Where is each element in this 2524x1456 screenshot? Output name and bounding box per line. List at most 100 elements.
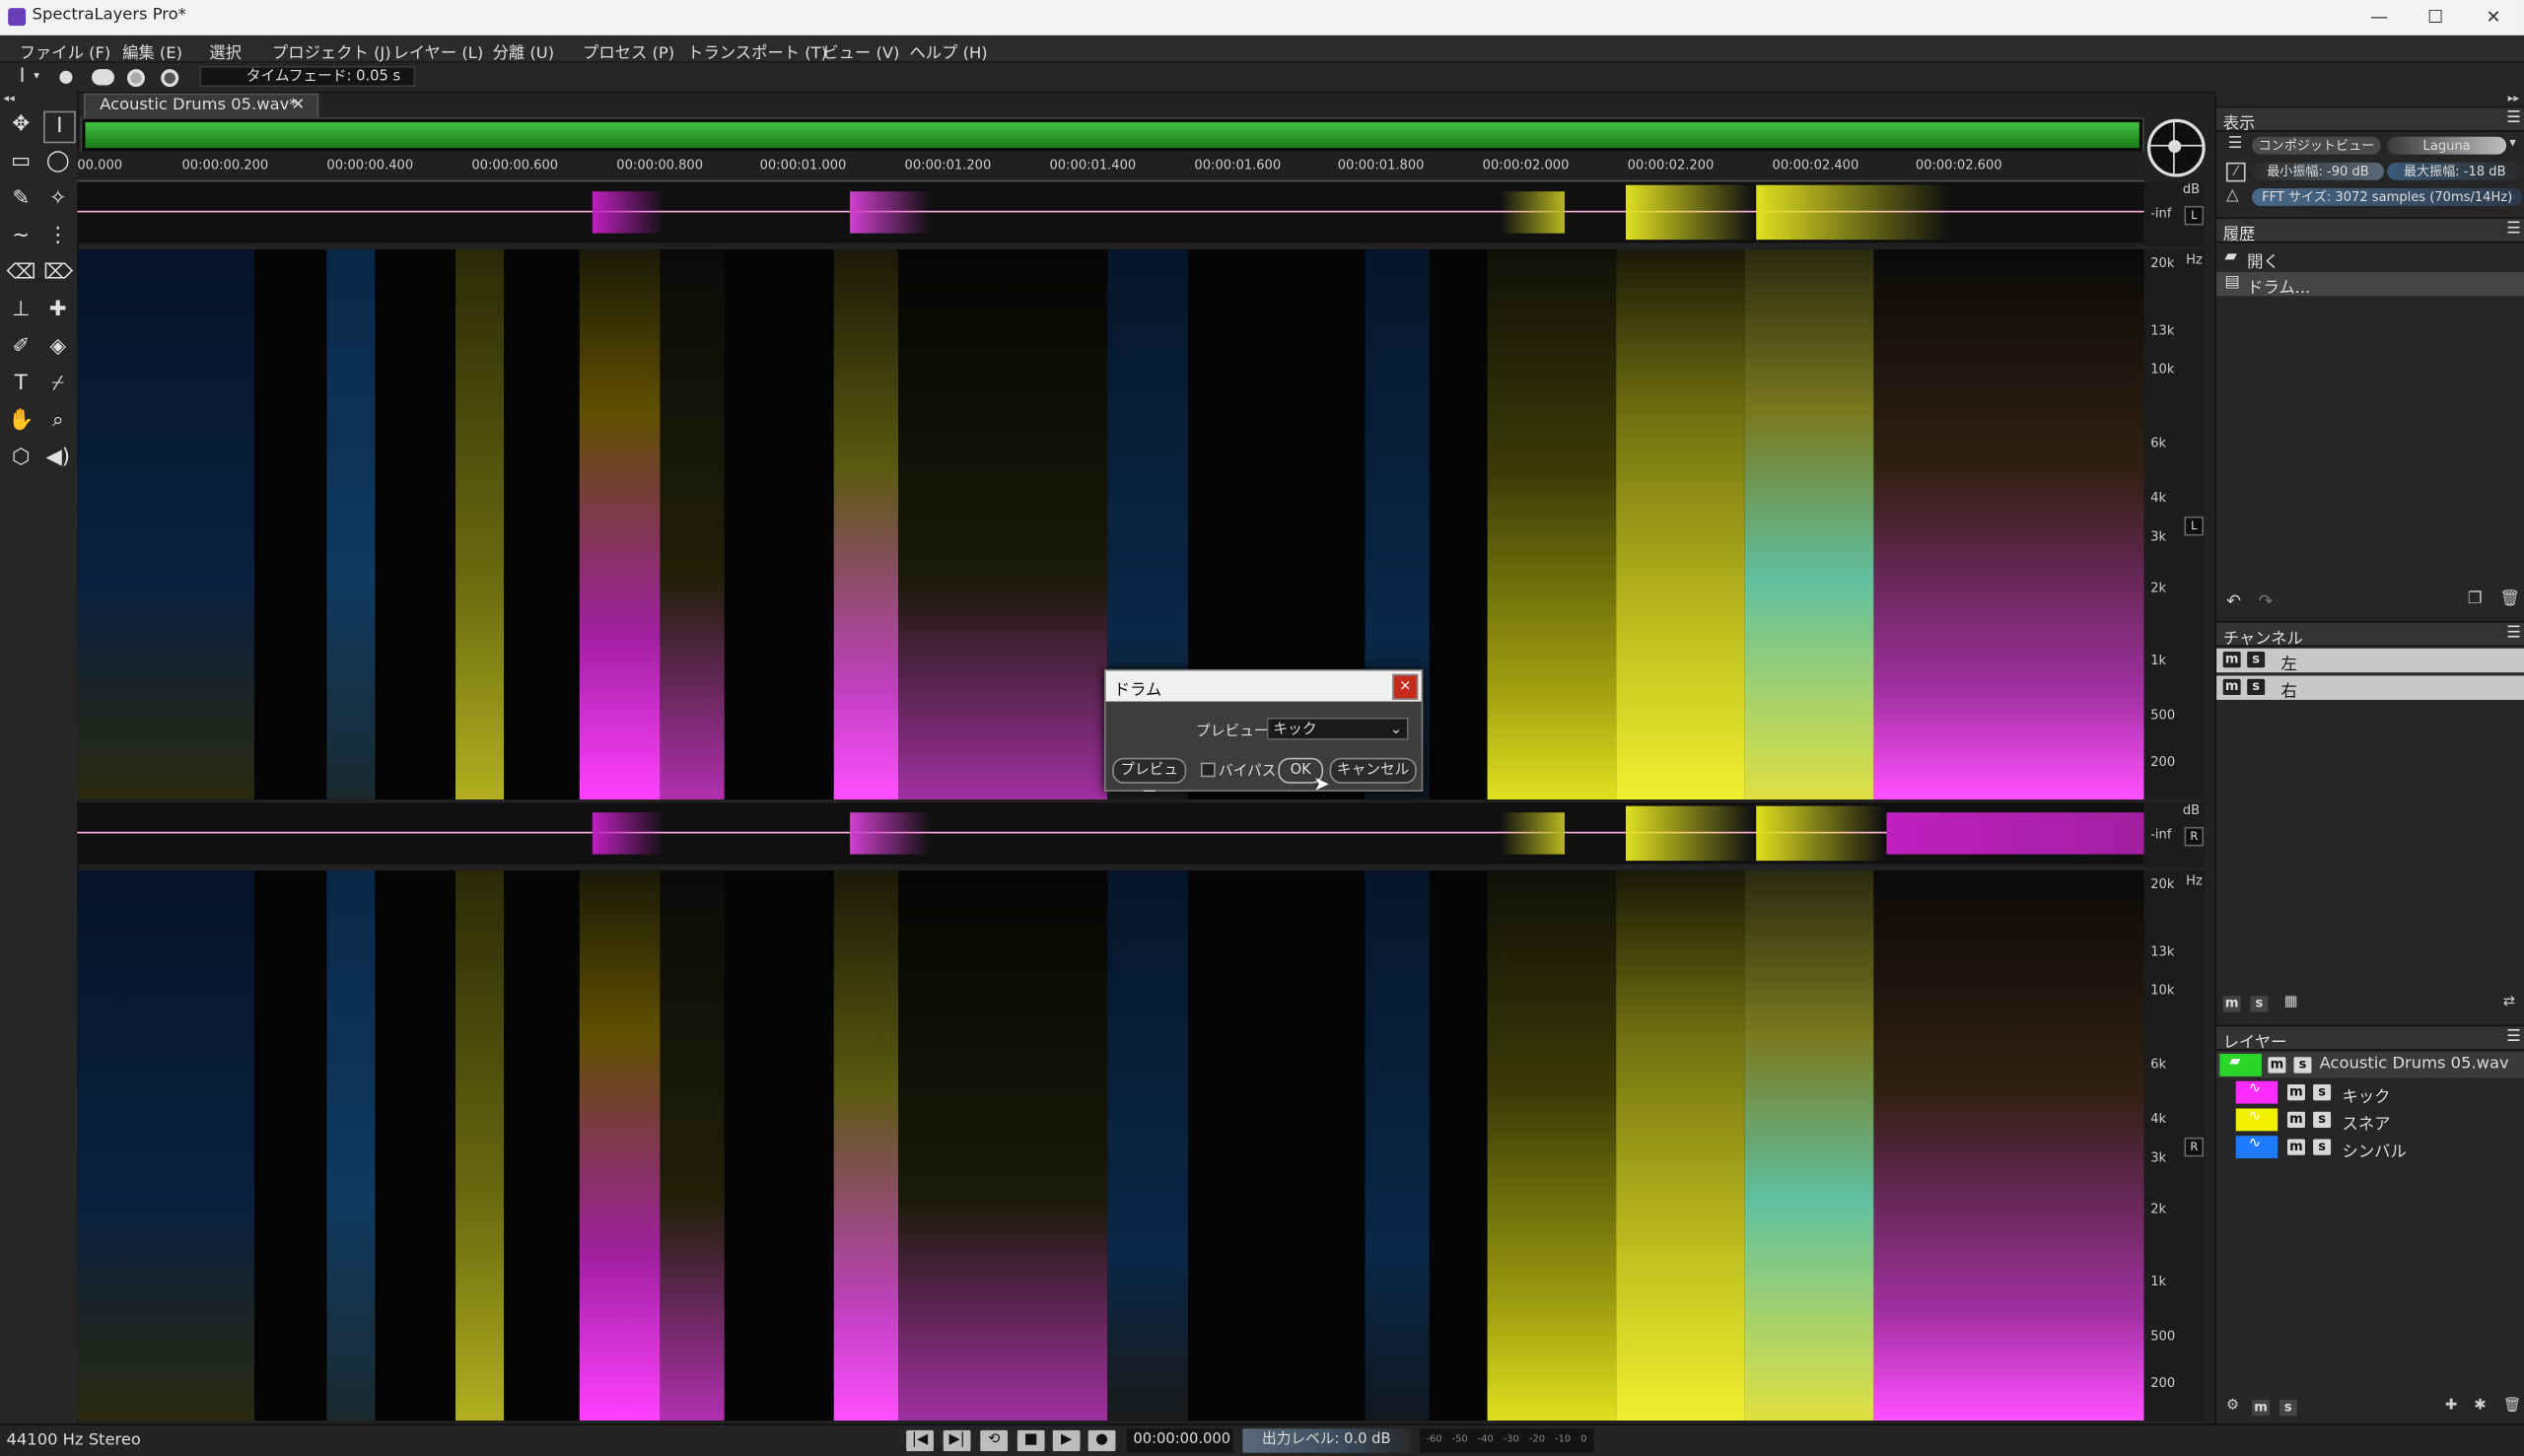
- mute-all-button[interactable]: m: [2222, 996, 2241, 1012]
- go-to-start-button[interactable]: |◀: [906, 1429, 934, 1452]
- eraser-tool-icon[interactable]: ⌫: [7, 259, 36, 288]
- spectrogram-right[interactable]: [77, 869, 2144, 1421]
- collapse-right-icon[interactable]: ▸▸: [2508, 92, 2519, 104]
- collapse-left-icon[interactable]: ◂◂: [3, 92, 14, 104]
- shuffle-icon[interactable]: ⇄: [2503, 995, 2515, 1010]
- loop-button[interactable]: ⟲: [980, 1429, 1009, 1452]
- layer-row-snare[interactable]: ∿ m s スネア: [2216, 1107, 2524, 1135]
- output-level-slider[interactable]: 出力レベル: 0.0 dB: [1242, 1428, 1411, 1453]
- dialog-close-button[interactable]: ×: [1392, 673, 1419, 700]
- undo-icon[interactable]: ↶: [2226, 590, 2241, 611]
- menu-select[interactable]: 選択: [209, 38, 242, 63]
- magic-wand-tool-icon[interactable]: ✧: [43, 185, 72, 214]
- menu-edit[interactable]: 編集 (E): [122, 38, 182, 63]
- menu-icon[interactable]: ☰: [2506, 109, 2521, 127]
- grid-icon[interactable]: ▦: [2284, 995, 2298, 1010]
- zoom-tool-icon[interactable]: ⌕: [43, 407, 72, 436]
- bypass-checkbox[interactable]: [1200, 762, 1216, 778]
- tab-close-icon[interactable]: ✕: [292, 97, 306, 114]
- time-ruler[interactable]: 00.000 00:00:00.200 00:00:00.400 00:00:0…: [77, 151, 2144, 182]
- menu-icon[interactable]: ☰: [2506, 221, 2521, 239]
- menu-icon[interactable]: ☰: [2506, 624, 2521, 642]
- mute-button[interactable]: m: [2268, 1057, 2286, 1074]
- menu-help[interactable]: ヘルプ (H): [909, 38, 987, 63]
- time-selection-tool-icon[interactable]: I: [43, 110, 76, 144]
- 3d-view-tool-icon[interactable]: ⬡: [7, 444, 35, 472]
- menu-view[interactable]: ビュー (V): [822, 38, 899, 63]
- colormap-select[interactable]: Laguna: [2387, 136, 2507, 155]
- cursor-tool-icon[interactable]: I: [20, 64, 26, 87]
- brush-select-tool-icon[interactable]: ✎: [7, 185, 35, 214]
- brush-small-icon[interactable]: [59, 70, 73, 84]
- solo-button[interactable]: s: [2247, 651, 2266, 668]
- waveform-right[interactable]: [77, 802, 2144, 865]
- menu-transport[interactable]: トランスポート (T): [687, 38, 827, 63]
- solo-button[interactable]: s: [2247, 678, 2266, 696]
- unmix-icon[interactable]: ✱: [2474, 1398, 2486, 1414]
- brush-hard-icon[interactable]: [161, 69, 179, 88]
- chevron-down-icon[interactable]: ▾: [34, 69, 39, 82]
- fft-size-slider[interactable]: FFT サイズ: 3072 samples (70ms/14Hz): [2252, 187, 2523, 206]
- max-amplitude-slider[interactable]: 最大振幅: -18 dB: [2387, 162, 2523, 180]
- navigation-wheel-icon[interactable]: [2146, 118, 2206, 177]
- solo-button[interactable]: s: [2313, 1111, 2332, 1129]
- healing-tool-icon[interactable]: ✚: [43, 296, 72, 324]
- fill-tool-icon[interactable]: ◈: [43, 333, 72, 362]
- solo-all-button[interactable]: s: [2250, 996, 2269, 1012]
- menu-icon[interactable]: ☰: [2506, 1028, 2521, 1046]
- layer-row-root[interactable]: ▰ m s Acoustic Drums 05.wav: [2216, 1052, 2524, 1078]
- clone-stamp-tool-icon[interactable]: ⊥: [7, 296, 35, 324]
- brush-wide-icon[interactable]: [92, 69, 114, 86]
- mute-button[interactable]: m: [2286, 1139, 2305, 1155]
- layer-row-cymbal[interactable]: ∿ m s シンバル: [2216, 1135, 2524, 1161]
- frequency-select-tool-icon[interactable]: ⋮: [43, 222, 72, 250]
- menu-process[interactable]: プロセス (P): [583, 38, 674, 63]
- history-item[interactable]: ▰ 開く: [2216, 246, 2524, 271]
- solo-button[interactable]: s: [2313, 1139, 2332, 1155]
- solo-all-layers-button[interactable]: s: [2279, 1399, 2297, 1417]
- time-fade-field[interactable]: タイムフェード: 0.05 s: [199, 65, 416, 88]
- redo-icon[interactable]: ↷: [2259, 590, 2274, 611]
- channel-row-left[interactable]: m s 左: [2216, 648, 2524, 674]
- solo-button[interactable]: s: [2293, 1057, 2312, 1074]
- go-to-end-button[interactable]: ▶|: [943, 1429, 971, 1452]
- preview-select[interactable]: キック ⌄: [1266, 717, 1409, 740]
- soft-eraser-tool-icon[interactable]: ⌦: [43, 259, 73, 288]
- harmonic-tool-icon[interactable]: ~: [7, 222, 35, 250]
- history-item-selected[interactable]: ▤ ドラム...: [2216, 271, 2524, 298]
- preview-button[interactable]: プレビュー: [1112, 757, 1187, 801]
- play-button[interactable]: ▶: [1052, 1429, 1081, 1452]
- menu-unmix[interactable]: 分離 (U): [493, 38, 555, 63]
- lasso-tool-icon[interactable]: ◯: [43, 148, 72, 176]
- paint-brush-tool-icon[interactable]: ✐: [7, 333, 35, 362]
- maximize-button[interactable]: ☐: [2412, 5, 2460, 31]
- brush-soft-icon[interactable]: [126, 69, 145, 88]
- layer-row-kick[interactable]: ∿ m s キック: [2216, 1079, 2524, 1107]
- solo-button[interactable]: s: [2313, 1083, 2332, 1101]
- mute-button[interactable]: m: [2286, 1083, 2305, 1101]
- waveform-left[interactable]: [77, 181, 2144, 243]
- text-tool-icon[interactable]: T: [7, 370, 35, 398]
- document-tab[interactable]: Acoustic Drums 05.wav* ✕: [83, 93, 319, 119]
- hand-tool-icon[interactable]: ✋: [7, 407, 35, 436]
- menu-file[interactable]: ファイル (F): [20, 38, 111, 63]
- trash-icon[interactable]: 🗑: [2500, 590, 2521, 608]
- channel-row-right[interactable]: m s 右: [2216, 675, 2524, 702]
- menu-project[interactable]: プロジェクト (J): [272, 38, 391, 63]
- mute-all-layers-button[interactable]: m: [2252, 1399, 2271, 1417]
- cancel-button[interactable]: キャンセル: [1329, 757, 1417, 784]
- move-tool-icon[interactable]: ✥: [7, 111, 35, 140]
- composite-view-button[interactable]: コンポジットビュー: [2252, 136, 2381, 155]
- mute-button[interactable]: m: [2222, 678, 2241, 696]
- mute-button[interactable]: m: [2286, 1111, 2305, 1129]
- overview-range[interactable]: [85, 122, 2139, 149]
- eyedropper-tool-icon[interactable]: ⌿: [43, 370, 72, 398]
- record-button[interactable]: ●: [1087, 1429, 1116, 1452]
- close-window-button[interactable]: ✕: [2469, 5, 2517, 31]
- overview-bar[interactable]: [80, 117, 2144, 154]
- stop-button[interactable]: ■: [1017, 1429, 1045, 1452]
- copy-icon[interactable]: ❐: [2468, 590, 2483, 608]
- mute-button[interactable]: m: [2222, 651, 2241, 668]
- new-layer-icon[interactable]: ✚: [2445, 1398, 2457, 1414]
- trash-icon[interactable]: 🗑: [2503, 1398, 2522, 1414]
